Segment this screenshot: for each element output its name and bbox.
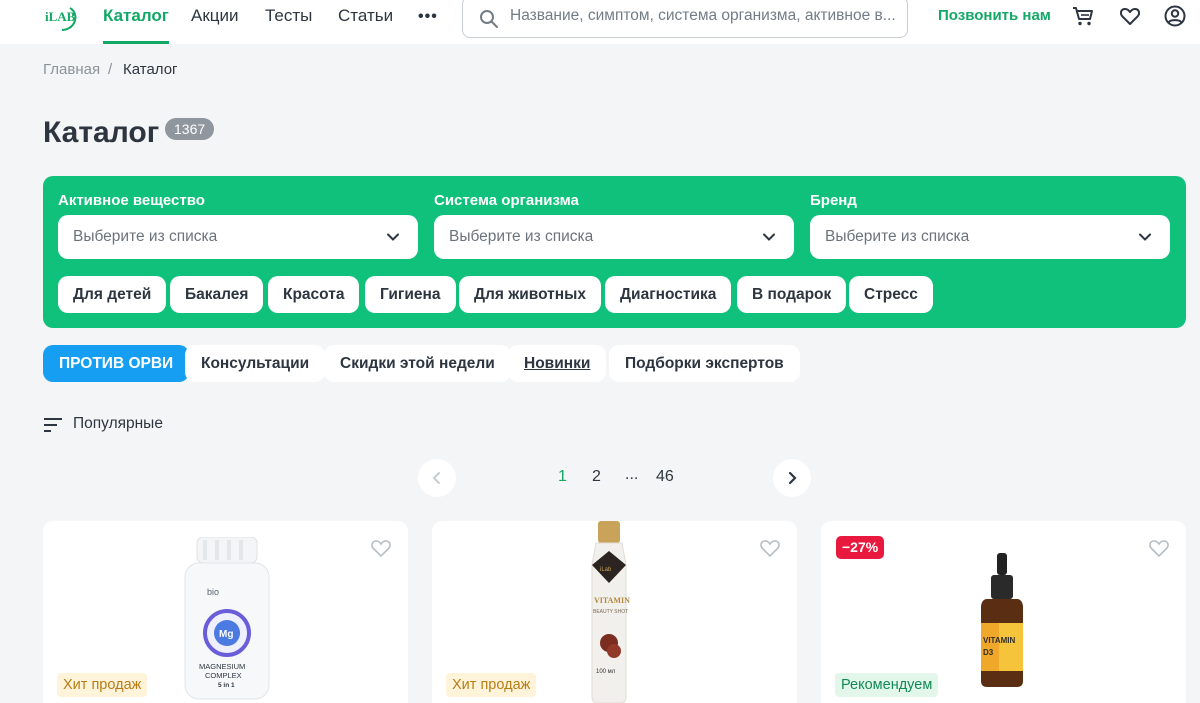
tag-new-arrivals[interactable]: Новинки	[508, 345, 607, 382]
favorite-icon[interactable]	[1148, 537, 1170, 559]
breadcrumb-home[interactable]: Главная	[43, 61, 100, 78]
select-placeholder: Выберите из списка	[825, 228, 970, 245]
brand-select[interactable]: Выберите из списка	[810, 215, 1170, 259]
select-placeholder: Выберите из списка	[449, 228, 594, 245]
product-card[interactable]: bio Mg MAGNESIUM COMPLEX 5 in 1 Хит прод…	[43, 521, 408, 703]
product-card[interactable]: iLab VITAMIN BEAUTY SHOT 100 мл Хит прод…	[432, 521, 797, 703]
tag-anti-flu[interactable]: ПРОТИВ ОРВИ	[43, 345, 190, 382]
chip-grocery[interactable]: Бакалея	[170, 276, 264, 313]
product-card[interactable]: −27% VITAMIN D3 Рекомендуем	[821, 521, 1186, 703]
jar-brand: bio	[207, 587, 219, 597]
chip-for-kids[interactable]: Для детей	[58, 276, 167, 313]
favorites-icon[interactable]	[1119, 5, 1141, 27]
bottle-sub: BEAUTY SHOT	[593, 609, 628, 615]
jar-mark: Mg	[219, 629, 233, 640]
sort-icon	[44, 418, 62, 432]
chevron-right-icon	[788, 471, 797, 485]
bottle-sub: D3	[983, 648, 994, 657]
search-icon	[480, 10, 498, 28]
svg-text:iLab: iLab	[600, 567, 612, 573]
chevron-down-icon	[1139, 233, 1151, 241]
chip-for-pets[interactable]: Для животных	[459, 276, 601, 313]
nav-promotions[interactable]: Акции	[191, 6, 239, 26]
call-us-link[interactable]: Позвонить нам	[938, 7, 1051, 24]
select-placeholder: Выберите из списка	[73, 228, 218, 245]
chip-diagnostics[interactable]: Диагностика	[605, 276, 732, 313]
prev-page-button[interactable]	[418, 459, 456, 497]
tag-consultations[interactable]: Консультации	[185, 345, 326, 382]
nav-catalog[interactable]: Каталог	[103, 6, 169, 26]
tag-weekly-discounts[interactable]: Скидки этой недели	[324, 345, 511, 382]
cart-icon[interactable]	[1072, 5, 1094, 27]
filter-panel: Активное вещество Выберите из списка Сис…	[43, 176, 1186, 328]
body-system-select[interactable]: Выберите из списка	[434, 215, 794, 259]
filter-label-body-system: Система организма	[434, 192, 579, 209]
chevron-left-icon	[432, 472, 440, 484]
chip-beauty[interactable]: Красота	[268, 276, 360, 313]
search-input[interactable]: Название, симптом, система организма, ак…	[462, 0, 908, 38]
sort-label: Популярные	[73, 415, 163, 432]
page-1[interactable]: 1	[558, 468, 567, 486]
tag-expert-picks[interactable]: Подборки экспертов	[609, 345, 800, 382]
active-substance-select[interactable]: Выберите из списка	[58, 215, 418, 259]
chip-gift[interactable]: В подарок	[737, 276, 847, 313]
nav-tests[interactable]: Тесты	[265, 6, 312, 26]
bottle-text: VITAMIN	[594, 596, 630, 605]
bestseller-badge: Хит продаж	[446, 673, 537, 697]
search-placeholder: Название, симптом, система организма, ак…	[510, 7, 896, 24]
recommended-badge: Рекомендуем	[835, 673, 939, 697]
more-menu-icon[interactable]: •••	[418, 8, 438, 26]
page-46[interactable]: 46	[656, 468, 674, 486]
bottle-text: VITAMIN	[983, 636, 1016, 645]
top-header: iLAB Каталог Акции Тесты Статьи ••• Назв…	[0, 0, 1200, 44]
nav-articles[interactable]: Статьи	[338, 6, 393, 26]
filter-label-brand: Бренд	[810, 192, 857, 209]
chevron-down-icon	[387, 233, 399, 241]
nav-active-indicator	[103, 41, 169, 44]
bestseller-badge: Хит продаж	[57, 673, 148, 697]
account-icon[interactable]	[1164, 5, 1186, 27]
discount-badge: −27%	[836, 536, 885, 559]
page-2[interactable]: 2	[592, 468, 601, 486]
breadcrumb-separator: /	[108, 61, 113, 78]
filter-label-active-substance: Активное вещество	[58, 192, 205, 209]
bottle-volume: 100 мл	[596, 669, 616, 675]
jar-label-line2: COMPLEX	[205, 671, 242, 680]
magnesium-jar-image: bio Mg MAGNESIUM COMPLEX 5 in 1	[184, 537, 270, 700]
favorite-icon[interactable]	[759, 537, 781, 559]
chip-stress[interactable]: Стресс	[849, 276, 933, 313]
vitamin-d3-bottle-image: VITAMIN D3	[981, 553, 1023, 687]
beauty-shot-bottle-image: iLab VITAMIN BEAUTY SHOT 100 мл	[591, 521, 630, 703]
next-page-button[interactable]	[773, 459, 811, 497]
chip-hygiene[interactable]: Гигиена	[365, 276, 456, 313]
ilab-logo[interactable]: iLAB	[44, 4, 78, 32]
product-count-badge: 1367	[165, 118, 215, 140]
chevron-down-icon	[763, 233, 775, 241]
tag-new-arrivals-label: Новинки	[524, 355, 591, 372]
logo-text: iLAB	[45, 9, 76, 24]
favorite-icon[interactable]	[370, 537, 392, 559]
jar-label-line3: 5 in 1	[218, 682, 235, 689]
page-ellipsis: ...	[625, 466, 639, 483]
page-title: Каталог	[43, 116, 160, 149]
jar-label-line1: MAGNESIUM	[199, 662, 245, 671]
breadcrumb-current: Каталог	[123, 61, 178, 78]
